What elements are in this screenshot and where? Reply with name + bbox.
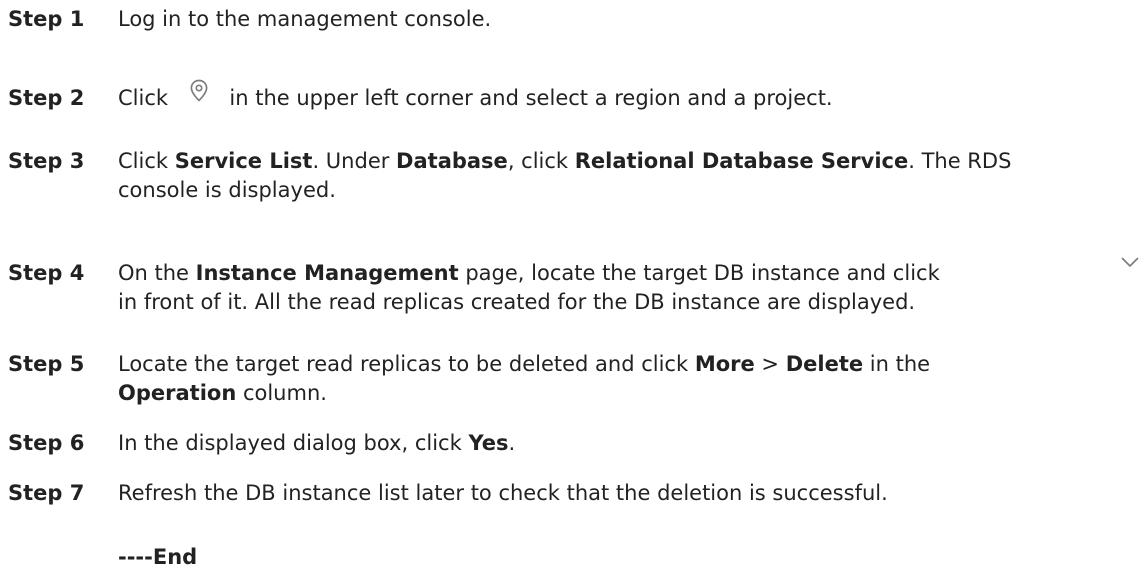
yes-term: Yes (468, 431, 509, 455)
step-7-text: Refresh the DB instance list later to ch… (118, 481, 888, 505)
step-5-label: Step 5 (8, 352, 85, 376)
step-2-label: Step 2 (8, 86, 85, 110)
instance-management-term: Instance Management (195, 261, 459, 285)
database-term: Database (396, 149, 508, 173)
step-6-label: Step 6 (8, 431, 85, 455)
delete-term: Delete (785, 352, 864, 376)
step-5-text: Locate the target read replicas to be de… (118, 352, 931, 405)
location-pin-icon (185, 77, 213, 105)
rds-term: Relational Database Service (574, 149, 909, 173)
step-6-text: In the displayed dialog box, click Yes. (118, 431, 516, 455)
step-2-text: Click in the upper left corner and selec… (118, 79, 1144, 113)
step-7-label: Step 7 (8, 481, 85, 505)
chevron-down-icon (1117, 249, 1143, 275)
step-3-text: Click Service List. Under Database, clic… (118, 149, 1012, 202)
more-term: More (694, 352, 755, 376)
step-4-text: On the Instance Management page, locate … (118, 261, 940, 314)
step-3-label: Step 3 (8, 149, 85, 173)
operation-term: Operation (118, 381, 237, 405)
step-1-text: Log in to the management console. (118, 7, 492, 31)
step-4-label: Step 4 (8, 261, 85, 285)
service-list-term: Service List (174, 149, 313, 173)
step-1-label: Step 1 (8, 7, 85, 31)
procedure-document: Step 1 Log in to the management console.… (0, 0, 1146, 584)
end-marker: ----End (118, 545, 198, 569)
